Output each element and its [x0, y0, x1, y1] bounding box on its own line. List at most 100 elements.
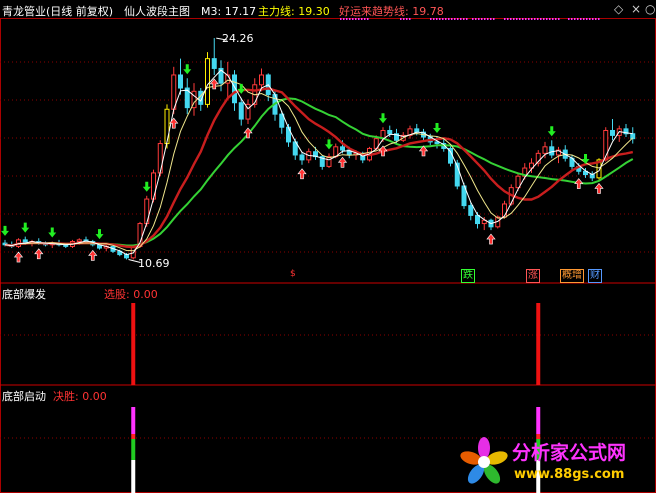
candle	[238, 102, 244, 120]
signal-strip-dot	[475, 18, 477, 20]
signal-strip-dot	[457, 18, 459, 20]
signal-strip-dot	[340, 18, 342, 20]
event-tag-finance[interactable]: 财	[588, 269, 602, 283]
red-main-line	[4, 87, 634, 249]
high-price-label: 24.26	[222, 32, 254, 45]
sell-arrow	[379, 113, 387, 124]
signal-strip-dot	[537, 18, 539, 20]
candle	[468, 205, 474, 216]
sell-arrow	[547, 126, 556, 137]
panel2-signal: 选股: 0.00	[104, 288, 158, 301]
signal-strip-dot	[352, 18, 354, 20]
signal-strip-dot	[490, 18, 492, 20]
buy-arrow	[297, 168, 307, 180]
signal-strip-dot	[519, 18, 521, 20]
stock-chart-window: 青龙管业(日线 前复权) 仙人波段主图 M3: 17.17 主力线: 19.30…	[0, 0, 656, 493]
signal-strip-dot	[589, 18, 591, 20]
panel3-bar-red	[536, 434, 541, 439]
signal-strip-dot	[463, 18, 465, 20]
signal-strip-dot	[525, 18, 527, 20]
sell-arrow	[95, 229, 104, 240]
signal-strip-dot	[445, 18, 447, 20]
signal-strip-dot	[349, 18, 351, 20]
signal-strip-dot	[552, 18, 554, 20]
signal-strip-dot	[586, 18, 588, 20]
signal-strip-dot	[598, 18, 600, 20]
event-tag-concept-increase[interactable]: 概增	[560, 269, 584, 283]
signal-strip-dot	[406, 18, 408, 20]
small-dollar-mark: $	[290, 269, 296, 279]
signal-strip-dot	[358, 18, 360, 20]
buy-arrow	[594, 182, 604, 194]
signal-strip-dot	[592, 18, 594, 20]
header-title: 青龙管业(日线 前复权)	[2, 5, 114, 18]
sell-arrow	[142, 181, 151, 192]
green-trend-line	[4, 97, 634, 247]
signal-strip-dot	[439, 18, 441, 20]
candle	[151, 172, 156, 200]
signal-strip-dot	[571, 18, 573, 20]
panel2-name: 底部爆发	[2, 288, 46, 301]
signal-strip-dot	[493, 18, 495, 20]
signal-strip-dot	[555, 18, 557, 20]
buy-arrow	[574, 178, 584, 189]
signal-strip-dot	[466, 18, 468, 20]
signal-strip-dot	[454, 18, 456, 20]
candle	[286, 126, 291, 143]
signal-strip-dot	[367, 18, 369, 20]
panel3-bar-magenta	[131, 407, 136, 434]
chart-border	[0, 18, 656, 493]
candle	[157, 143, 163, 174]
header-m3: M3: 17.17	[201, 5, 257, 18]
signal-strip-dot	[549, 18, 551, 20]
signal-strip-dot	[534, 18, 536, 20]
signal-strip-dot	[531, 18, 533, 20]
event-tag-rise[interactable]: 涨	[526, 269, 540, 283]
signal-strip-dot	[430, 18, 432, 20]
signal-strip-dot	[343, 18, 345, 20]
chart-canvas	[0, 18, 656, 493]
candle	[387, 129, 393, 135]
watermark-title: 分析家公式网	[512, 442, 627, 464]
signal-strip-dot	[478, 18, 480, 20]
buy-arrow	[486, 233, 496, 245]
buy-arrow	[378, 145, 388, 157]
buy-arrow	[13, 251, 24, 263]
sell-arrow	[325, 139, 333, 150]
header-main-line: 主力线: 19.30	[258, 5, 330, 18]
signal-strip-dot	[516, 18, 518, 20]
signal-strip-dot	[543, 18, 545, 20]
close-icon[interactable]: ×	[631, 3, 641, 16]
signal-strip-dot	[442, 18, 444, 20]
signal-strip-dot	[433, 18, 435, 20]
menu-icon[interactable]: ○	[645, 3, 655, 16]
candle	[475, 214, 480, 225]
signal-strip-dot	[355, 18, 357, 20]
signal-strip-dot	[504, 18, 506, 20]
buy-arrow	[88, 249, 98, 261]
signal-strip-dot	[460, 18, 462, 20]
candle	[610, 129, 615, 136]
signal-strip-dot	[574, 18, 576, 20]
signal-strip-dot	[522, 18, 524, 20]
event-tag-fall[interactable]: 跌	[461, 269, 475, 283]
signal-strip-dot	[481, 18, 483, 20]
candle	[434, 141, 440, 145]
settings-icon[interactable]: ◇	[614, 3, 623, 16]
candle	[340, 146, 345, 151]
candle	[549, 146, 555, 156]
panel3-bar-white	[131, 460, 136, 493]
signal-strip-dot	[528, 18, 530, 20]
signal-strip-dot	[540, 18, 542, 20]
candle	[211, 58, 217, 69]
sell-arrow	[581, 154, 590, 165]
low-price-label: 10.69	[138, 257, 170, 270]
signal-strip-dot	[510, 18, 512, 20]
signal-strip-dot	[513, 18, 515, 20]
signal-strip-dot	[595, 18, 597, 20]
signal-strip-dot	[400, 18, 402, 20]
signal-strip-dot	[436, 18, 438, 20]
header-indicator-name: 仙人波段主图	[124, 5, 190, 18]
signal-strip-dot	[583, 18, 585, 20]
candle	[164, 108, 170, 145]
